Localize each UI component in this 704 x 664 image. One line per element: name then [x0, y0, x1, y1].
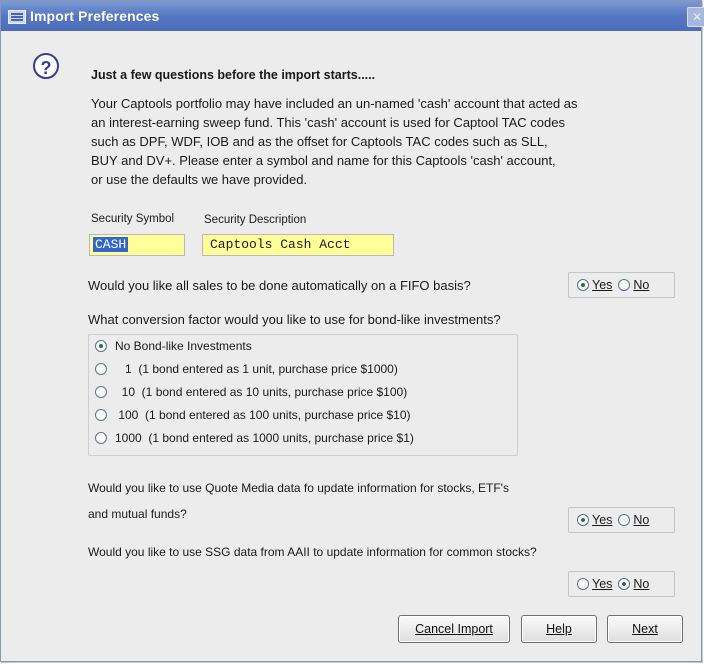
bond-option[interactable]: No Bond-like Investments: [95, 339, 252, 353]
quote-media-no-radio[interactable]: [618, 514, 631, 526]
window-menu-icon[interactable]: [8, 10, 26, 24]
bond-option-label: 100 (1 bond entered as 100 units, purcha…: [115, 408, 411, 422]
bond-radio[interactable]: [95, 432, 107, 444]
fifo-no-radio[interactable]: [618, 279, 631, 291]
ssg-no-option[interactable]: No: [618, 577, 649, 591]
quote-media-no-label: No: [633, 513, 650, 527]
fifo-yes-label: Yes: [592, 278, 613, 292]
quote-media-radio-group: Yes No: [568, 507, 675, 533]
security-symbol-value: CASH: [93, 237, 129, 252]
security-description-input[interactable]: Captools Cash Acct: [202, 234, 394, 256]
intro-line: BUY and DV+. Please enter a symbol and n…: [91, 153, 556, 168]
window-title: Import Preferences: [30, 8, 160, 24]
intro-text: Your Captools portfolio may have include…: [91, 94, 681, 189]
fifo-no-option[interactable]: No: [618, 278, 649, 292]
security-symbol-label: Security Symbol: [91, 213, 175, 225]
bond-radio[interactable]: [95, 386, 107, 398]
bond-option-label: 10 (1 bond entered as 10 units, purchase…: [115, 385, 408, 399]
dialog-heading: Just a few questions before the import s…: [91, 68, 376, 82]
security-description-label: Security Description: [204, 214, 307, 226]
import-preferences-dialog: Import Preferences ✕ ? Just a few questi…: [0, 0, 704, 662]
ssg-yes-label: Yes: [592, 577, 613, 591]
ssg-no-label: No: [633, 577, 650, 591]
bond-conversion-radio-group: No Bond-like Investments 1 (1 bond enter…: [88, 334, 518, 456]
fifo-no-label: No: [633, 278, 650, 292]
fifo-radio-group: Yes No: [568, 272, 675, 298]
help-label: Help: [546, 622, 572, 636]
quote-media-question-line: Would you like to use Quote Media data f…: [88, 481, 509, 495]
question-mark-icon: ?: [33, 53, 59, 79]
bond-option-label: No Bond-like Investments: [115, 339, 252, 353]
intro-line: an interest-earning sweep fund. This 'ca…: [91, 115, 565, 130]
ssg-question: Would you like to use SSG data from AAII…: [88, 545, 537, 559]
quote-media-yes-label: Yes: [592, 513, 613, 527]
title-bar[interactable]: Import Preferences ✕: [1, 1, 704, 31]
bond-option[interactable]: 1 (1 bond entered as 1 unit, purchase pr…: [95, 362, 398, 376]
bond-option[interactable]: 100 (1 bond entered as 100 units, purcha…: [95, 408, 411, 422]
ssg-yes-option[interactable]: Yes: [577, 577, 612, 591]
bond-option[interactable]: 1000 (1 bond entered as 1000 units, purc…: [95, 431, 414, 445]
ssg-yes-radio[interactable]: [577, 578, 589, 590]
quote-media-question: Would you like to use Quote Media data f…: [88, 475, 509, 527]
next-button[interactable]: Next: [607, 615, 683, 643]
help-button[interactable]: Help: [521, 615, 597, 643]
intro-line: or use the defaults we have provided.: [91, 172, 308, 187]
security-description-value: Captools Cash Acct: [210, 237, 351, 252]
quote-media-yes-radio[interactable]: [577, 514, 589, 526]
quote-media-yes-option[interactable]: Yes: [577, 513, 612, 527]
ssg-no-radio[interactable]: [618, 578, 631, 590]
security-symbol-input[interactable]: CASH: [89, 234, 185, 256]
fifo-question: Would you like all sales to be done auto…: [88, 278, 471, 293]
quote-media-question-line: and mutual funds?: [88, 507, 187, 521]
intro-line: such as DPF, WDF, IOB and as the offset …: [91, 134, 548, 149]
close-icon[interactable]: ✕: [687, 7, 704, 27]
bond-radio[interactable]: [95, 340, 107, 352]
cancel-import-button[interactable]: Cancel Import: [398, 615, 510, 643]
bond-option-label: 1000 (1 bond entered as 1000 units, purc…: [115, 431, 414, 445]
quote-media-no-option[interactable]: No: [618, 513, 649, 527]
bond-radio[interactable]: [95, 409, 107, 421]
intro-line: Your Captools portfolio may have include…: [91, 96, 578, 111]
fifo-yes-radio[interactable]: [577, 279, 589, 291]
cancel-import-label: Cancel Import: [415, 622, 493, 636]
bond-radio[interactable]: [95, 363, 107, 375]
bond-question: What conversion factor would you like to…: [88, 312, 501, 327]
bond-option-label: 1 (1 bond entered as 1 unit, purchase pr…: [115, 362, 398, 376]
bond-option[interactable]: 10 (1 bond entered as 10 units, purchase…: [95, 385, 407, 399]
ssg-radio-group: Yes No: [568, 571, 675, 597]
fifo-yes-option[interactable]: Yes: [577, 278, 612, 292]
next-label: Next: [632, 622, 658, 636]
